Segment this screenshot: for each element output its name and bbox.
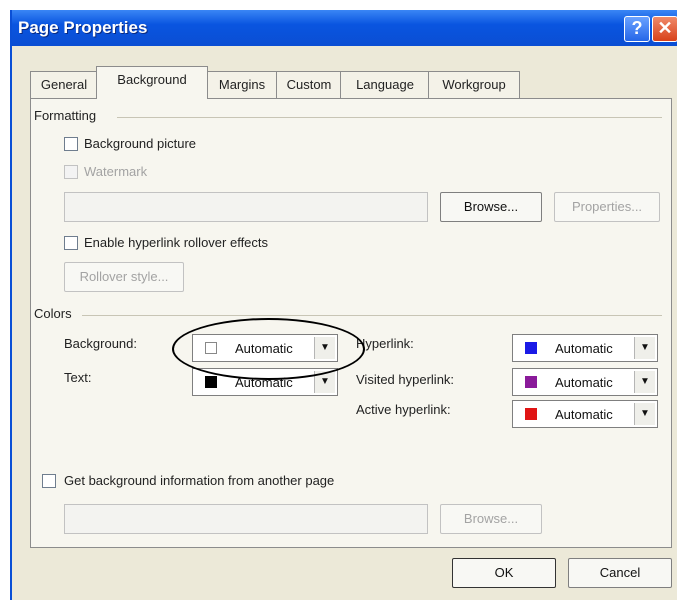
background-picture-label: Background picture <box>84 136 197 151</box>
formatting-divider <box>117 117 662 118</box>
chevron-down-icon: ▼ <box>634 337 655 359</box>
chevron-down-icon: ▼ <box>634 371 655 393</box>
hyperlink-color-select[interactable]: Automatic ▼ <box>512 334 658 362</box>
background-picture-checkbox[interactable] <box>64 137 78 151</box>
active-hyperlink-color-value: Automatic <box>555 407 613 422</box>
formatting-group-title: Formatting <box>34 108 97 123</box>
dialog-title: Page Properties <box>18 18 148 37</box>
tab-margins[interactable]: Margins <box>206 71 278 98</box>
background-picture-path-input[interactable] <box>64 192 428 222</box>
rollover-effects-label: Enable hyperlink rollover effects <box>84 235 269 250</box>
visited-hyperlink-color-label: Visited hyperlink: <box>356 372 455 387</box>
page-properties-dialog: Page Properties ? ✕ General Background M… <box>10 10 677 600</box>
title-bar: Page Properties ? ✕ <box>12 10 677 46</box>
visited-hyperlink-color-select[interactable]: Automatic ▼ <box>512 368 658 396</box>
colors-group-title: Colors <box>34 306 72 321</box>
highlight-ellipse <box>172 318 365 380</box>
watermark-checkbox[interactable] <box>64 165 78 179</box>
hyperlink-color-value: Automatic <box>555 341 613 356</box>
get-background-path-input[interactable] <box>64 504 428 534</box>
help-button[interactable]: ? <box>624 16 650 42</box>
chevron-down-icon: ▼ <box>634 403 655 425</box>
rollover-effects-checkbox[interactable] <box>64 236 78 250</box>
text-color-swatch <box>205 376 217 388</box>
background-color-label: Background: <box>64 336 137 351</box>
close-button[interactable]: ✕ <box>652 16 677 42</box>
hyperlink-color-swatch <box>525 342 537 354</box>
tab-workgroup[interactable]: Workgroup <box>428 71 520 98</box>
active-hyperlink-color-select[interactable]: Automatic ▼ <box>512 400 658 428</box>
text-color-label: Text: <box>64 370 92 385</box>
get-background-browse-button[interactable]: Browse... <box>440 504 542 534</box>
rollover-style-button[interactable]: Rollover style... <box>64 262 184 292</box>
tab-custom[interactable]: Custom <box>276 71 342 98</box>
tab-background[interactable]: Background <box>96 66 208 99</box>
active-hyperlink-color-label: Active hyperlink: <box>356 402 451 417</box>
get-background-label: Get background information from another … <box>64 473 335 488</box>
visited-hyperlink-color-value: Automatic <box>555 375 613 390</box>
active-hyperlink-color-swatch <box>525 408 537 420</box>
cancel-button[interactable]: Cancel <box>568 558 672 588</box>
colors-divider <box>82 315 662 316</box>
watermark-label: Watermark <box>84 164 148 179</box>
tab-language[interactable]: Language <box>340 71 430 98</box>
get-background-checkbox[interactable] <box>42 474 56 488</box>
tab-general[interactable]: General <box>30 71 98 98</box>
ok-button[interactable]: OK <box>452 558 556 588</box>
visited-hyperlink-color-swatch <box>525 376 537 388</box>
properties-button[interactable]: Properties... <box>554 192 660 222</box>
browse-button[interactable]: Browse... <box>440 192 542 222</box>
